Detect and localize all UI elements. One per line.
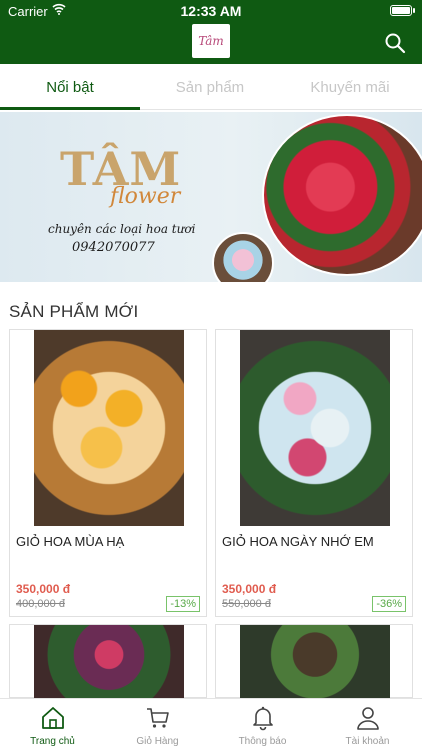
section-title: SẢN PHẨM MỚI bbox=[9, 302, 139, 321]
product-name: GIỎ HOA NGÀY NHỚ EM bbox=[222, 534, 374, 549]
product-image[interactable] bbox=[240, 625, 390, 699]
search-icon[interactable] bbox=[384, 32, 406, 54]
nav-account-label: Tài khoản bbox=[345, 736, 390, 747]
status-time: 12:33 AM bbox=[180, 3, 242, 19]
product-card[interactable] bbox=[9, 624, 207, 699]
nav-account[interactable]: Tài khoản bbox=[315, 699, 420, 751]
tab-featured[interactable]: Nổi bật bbox=[0, 64, 140, 110]
nav-home-label: Trang chủ bbox=[30, 736, 75, 747]
product-card[interactable]: GIỎ HOA MÙA HẠ 350,000 đ 400,000 đ -13% bbox=[9, 329, 207, 617]
promo-banner[interactable]: TÂM flower chuyên các loại hoa tươi 0942… bbox=[0, 112, 422, 282]
bell-icon bbox=[253, 706, 273, 731]
status-bar: Carrier 12:33 AM bbox=[0, 0, 422, 22]
product-price: 350,000 đ bbox=[222, 582, 277, 596]
banner-photo-large bbox=[262, 114, 422, 276]
user-icon bbox=[357, 707, 379, 730]
product-image[interactable] bbox=[240, 330, 390, 526]
product-image[interactable] bbox=[34, 330, 184, 526]
nav-home[interactable]: Trang chủ bbox=[0, 699, 105, 751]
product-old-price: 400,000 đ bbox=[16, 598, 65, 610]
banner-phone: 0942070077 bbox=[72, 240, 155, 255]
banner-photo-small-1 bbox=[212, 232, 274, 282]
product-image[interactable] bbox=[34, 625, 184, 699]
banner-subbrand: flower bbox=[110, 184, 181, 209]
tab-products[interactable]: Sản phẩm bbox=[140, 64, 280, 110]
battery-icon bbox=[390, 5, 412, 16]
discount-badge: -13% bbox=[166, 596, 200, 612]
battery-tip bbox=[413, 8, 415, 13]
app-logo[interactable]: Tâm bbox=[192, 24, 230, 58]
nav-notifications-label: Thông báo bbox=[238, 736, 287, 747]
nav-cart[interactable]: Giỏ Hàng bbox=[105, 699, 210, 751]
app-header: Carrier 12:33 AM Tâm bbox=[0, 0, 422, 64]
logo-text: Tâm bbox=[198, 34, 224, 48]
cart-icon bbox=[147, 708, 169, 728]
product-price: 350,000 đ bbox=[16, 582, 71, 596]
active-tab-indicator bbox=[0, 107, 140, 110]
home-icon bbox=[42, 707, 64, 729]
nav-cart-label: Giỏ Hàng bbox=[136, 736, 179, 747]
banner-slogan: chuyên các loại hoa tươi bbox=[48, 222, 196, 236]
bottom-nav: Trang chủ Giỏ Hàng Thông báo Tài khoản bbox=[0, 698, 422, 750]
product-card[interactable] bbox=[215, 624, 413, 699]
product-old-price: 550,000 đ bbox=[222, 598, 271, 610]
tab-bar: Nổi bật Sản phẩm Khuyến mãi bbox=[0, 64, 422, 110]
discount-badge: -36% bbox=[372, 596, 406, 612]
tab-promotions[interactable]: Khuyến mãi bbox=[280, 64, 420, 110]
product-card[interactable]: GIỎ HOA NGÀY NHỚ EM 350,000 đ 550,000 đ … bbox=[215, 329, 413, 617]
product-name: GIỎ HOA MÙA HẠ bbox=[16, 534, 125, 549]
nav-notifications[interactable]: Thông báo bbox=[210, 699, 315, 751]
